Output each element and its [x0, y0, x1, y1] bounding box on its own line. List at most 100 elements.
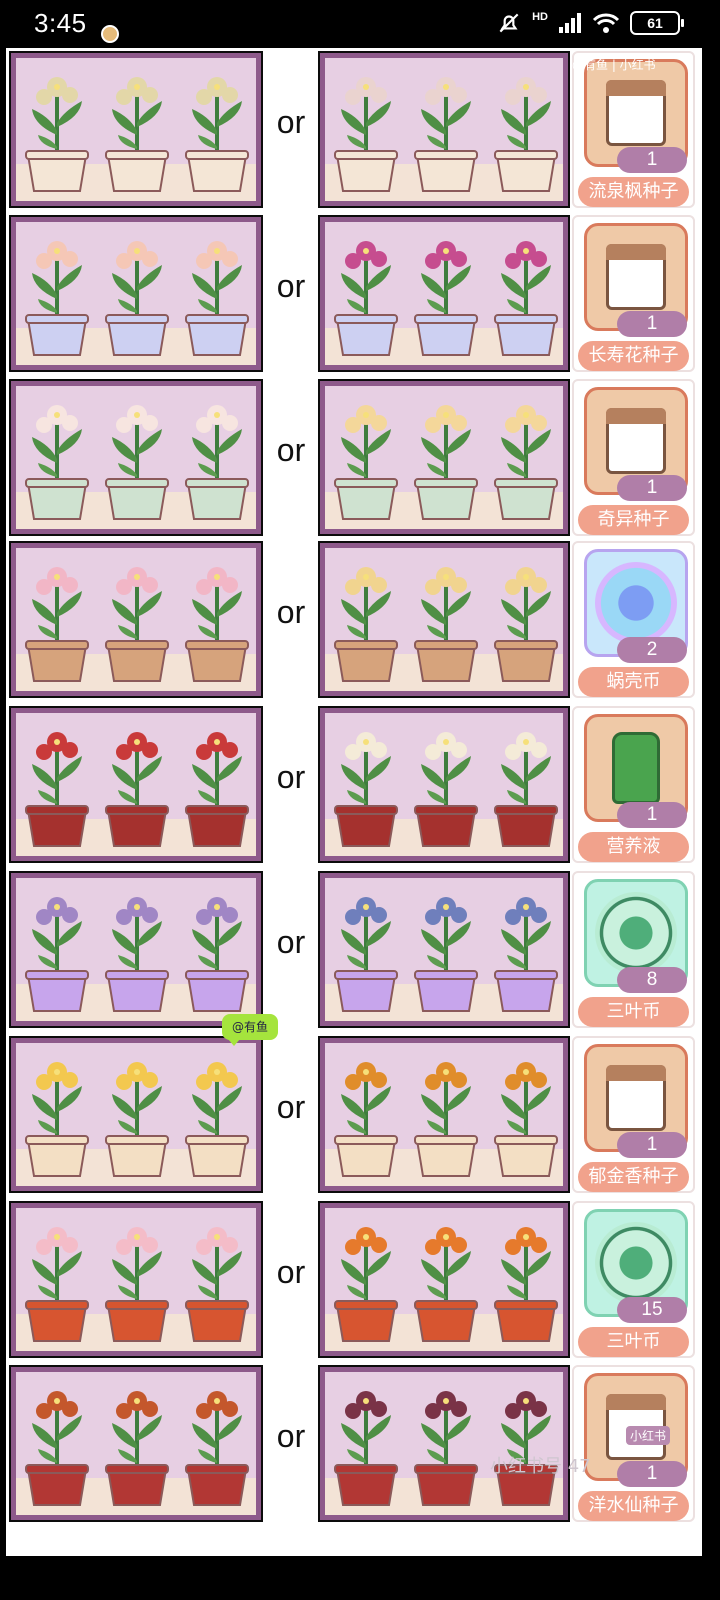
or-label: or [276, 1418, 306, 1454]
reward-row: or 1 奇异种子 [6, 376, 702, 538]
potted-plant-icon [20, 65, 94, 195]
plant-option-a[interactable] [9, 541, 263, 698]
potted-plant-icon [489, 65, 563, 195]
navigation-bar [0, 1556, 720, 1600]
reward-name: 蜗壳币 [578, 667, 689, 697]
plant-option-b[interactable] [318, 51, 570, 208]
potted-plant-icon [180, 393, 254, 523]
potted-plant-icon [329, 555, 403, 685]
plant-scene [325, 222, 563, 365]
reward-name: 三叶币 [578, 997, 689, 1027]
potted-plant-icon [100, 720, 174, 850]
potted-plant-icon [180, 720, 254, 850]
plant-option-b[interactable] [318, 379, 570, 536]
potted-plant-icon [180, 65, 254, 195]
potted-plant-icon [489, 393, 563, 523]
potted-plant-icon [20, 1215, 94, 1345]
plant-scene [325, 878, 563, 1021]
plant-scene [325, 1372, 563, 1515]
watermark-badge: 小红书 [626, 1426, 671, 1445]
reward-row: or 1 洋水仙种子 [6, 1362, 702, 1524]
plant-option-a[interactable] [9, 51, 263, 208]
potted-plant-icon [180, 1215, 254, 1345]
potted-plant-icon [409, 1215, 483, 1345]
reward-name: 营养液 [578, 832, 689, 862]
plant-scene [16, 878, 256, 1021]
potted-plant-icon [329, 393, 403, 523]
reward-quantity: 15 [617, 1297, 687, 1323]
clover-coin-icon [595, 892, 677, 974]
potted-plant-icon [489, 1379, 563, 1509]
plant-option-a[interactable] [9, 871, 263, 1028]
potted-plant-icon [409, 393, 483, 523]
potted-plant-icon [329, 1379, 403, 1509]
potted-plant-icon [20, 1379, 94, 1509]
potted-plant-icon [180, 229, 254, 359]
seed-packet-icon [606, 244, 666, 310]
potted-plant-icon [180, 555, 254, 685]
reward-item[interactable]: 1 郁金香种子 [572, 1036, 695, 1193]
potted-plant-icon [329, 885, 403, 1015]
reward-item[interactable]: 1 奇异种子 [572, 379, 695, 536]
potted-plant-icon [100, 1050, 174, 1180]
potted-plant-icon [409, 65, 483, 195]
plant-option-b[interactable] [318, 1036, 570, 1193]
battery-icon: 61 [630, 11, 684, 35]
reward-row: or 1 营养液 [6, 703, 702, 865]
wifi-icon [592, 13, 620, 33]
reward-name: 流泉枫种子 [578, 177, 689, 207]
plant-scene [325, 548, 563, 691]
plant-scene [16, 1043, 256, 1186]
plant-option-b[interactable] [318, 1365, 570, 1522]
plant-option-a[interactable] [9, 379, 263, 536]
snail-coin-icon [595, 562, 677, 644]
reward-item[interactable]: 2 蜗壳币 [572, 541, 695, 698]
plant-option-b[interactable] [318, 1201, 570, 1358]
potted-plant-icon [180, 1379, 254, 1509]
potted-plant-icon [489, 1050, 563, 1180]
potted-plant-icon [180, 885, 254, 1015]
reward-row: or 1 郁金香种子 [6, 1033, 702, 1195]
reward-item[interactable]: 1 流泉枫种子 [572, 51, 695, 208]
reward-quantity: 1 [617, 147, 687, 173]
or-label: or [276, 1254, 306, 1290]
potted-plant-icon [329, 65, 403, 195]
app-notification-icon [101, 25, 119, 43]
plant-scene [325, 713, 563, 856]
plant-scene [16, 58, 256, 201]
plant-option-a[interactable] [9, 1365, 263, 1522]
plant-option-a[interactable] [9, 1201, 263, 1358]
reward-item[interactable]: 8 三叶币 [572, 871, 695, 1028]
reward-name: 奇异种子 [578, 505, 689, 535]
plant-option-b[interactable] [318, 215, 570, 372]
or-label: or [276, 594, 306, 630]
plant-scene [325, 58, 563, 201]
plant-scene [16, 548, 256, 691]
potted-plant-icon [409, 229, 483, 359]
plant-option-b[interactable] [318, 706, 570, 863]
plant-option-b[interactable] [318, 541, 570, 698]
plant-option-a[interactable] [9, 706, 263, 863]
reward-quantity: 2 [617, 637, 687, 663]
reward-name: 三叶币 [578, 1327, 689, 1357]
status-right-group: HD 61 [496, 10, 684, 36]
reward-item[interactable]: 15 三叶币 [572, 1201, 695, 1358]
plant-option-a[interactable] [9, 1036, 263, 1193]
reward-row: or 15 三叶币 [6, 1198, 702, 1360]
potted-plant-icon [100, 1379, 174, 1509]
plant-option-b[interactable] [318, 871, 570, 1028]
plant-scene [325, 1043, 563, 1186]
watermark-bottom: 小红书号 47 [490, 1456, 591, 1477]
reward-item[interactable]: 1 营养液 [572, 706, 695, 863]
reward-item[interactable]: 1 长寿花种子 [572, 215, 695, 372]
signal-icon [559, 13, 581, 33]
plant-option-a[interactable] [9, 215, 263, 372]
potted-plant-icon [100, 555, 174, 685]
potted-plant-icon [409, 720, 483, 850]
reward-row: or 1 长寿花种子 [6, 212, 702, 374]
mute-bell-icon [499, 13, 519, 33]
potted-plant-icon [489, 555, 563, 685]
potted-plant-icon [329, 229, 403, 359]
or-label: or [276, 104, 306, 140]
potted-plant-icon [409, 555, 483, 685]
